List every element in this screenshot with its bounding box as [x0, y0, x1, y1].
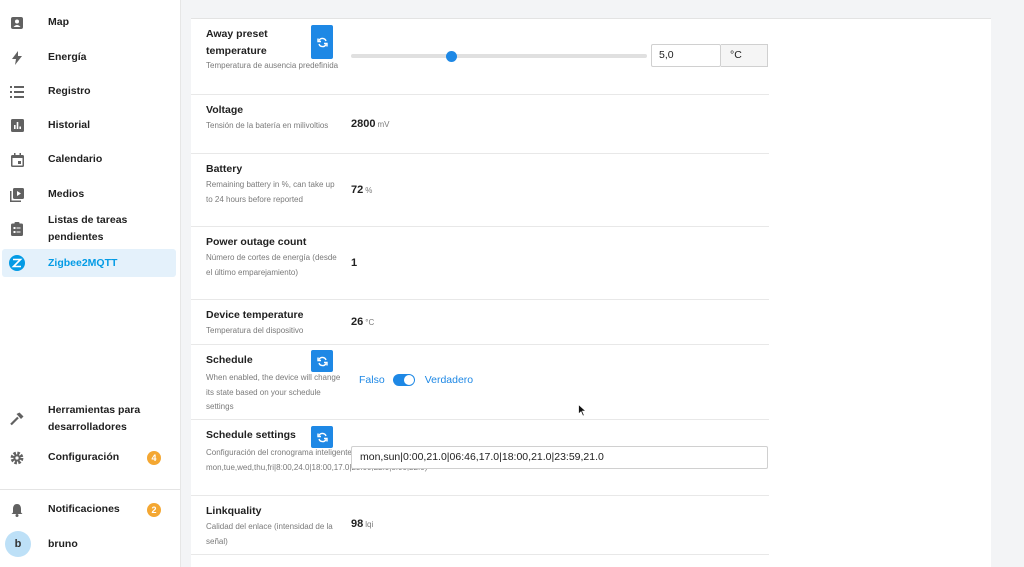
- value-unit: °C: [365, 318, 375, 327]
- sidebar-item-label: Calendario: [48, 153, 103, 165]
- setting-title: Linkquality: [206, 505, 262, 517]
- power-outage-value: 1: [351, 257, 357, 269]
- setting-title: Device temperature: [206, 309, 304, 321]
- hammer-icon: [9, 411, 25, 427]
- unit-label: °C: [721, 44, 768, 67]
- notification-badge: 4: [147, 450, 161, 465]
- sidebar-divider: [0, 489, 180, 490]
- calendar-icon: [9, 152, 25, 168]
- setting-title: Voltage: [206, 104, 244, 116]
- setting-row-voltage: Voltage Tensión de la batería en milivol…: [191, 95, 769, 154]
- toggle-on-label[interactable]: Verdadero: [425, 374, 473, 386]
- sidebar-item-label: Energía: [48, 51, 87, 63]
- setting-description: Número de cortes de energía (desde el úl…: [206, 253, 337, 277]
- setting-title: Away preset temperature: [206, 28, 268, 57]
- sidebar-item-label: Medios: [48, 188, 85, 200]
- sidebar-item-configuracion[interactable]: Configuración 4: [0, 448, 178, 467]
- notification-badge: 2: [147, 502, 161, 517]
- value-text: 98: [351, 518, 364, 530]
- sidebar-item-user[interactable]: b bruno: [0, 530, 178, 558]
- setting-description: Calidad del enlace (intensidad de la señ…: [206, 522, 333, 546]
- sidebar-item-energia[interactable]: Energía: [0, 48, 178, 67]
- refresh-icon: [316, 37, 328, 47]
- sidebar-item-label: Map: [48, 16, 69, 28]
- setting-row-device-temperature: Device temperature Temperatura del dispo…: [191, 300, 769, 345]
- gear-icon: [9, 450, 25, 466]
- sidebar-item-listas[interactable]: Listas de tareas pendientes: [0, 214, 178, 243]
- schedule-switch[interactable]: [392, 374, 415, 386]
- setting-description: Temperatura de ausencia predefinida: [206, 61, 339, 70]
- battery-value: 72%: [351, 184, 372, 196]
- zigbee-icon: [9, 255, 25, 271]
- refresh-button[interactable]: [311, 350, 333, 372]
- bell-icon: [9, 502, 25, 518]
- lightning-icon: [9, 50, 25, 66]
- setting-description: Remaining battery in %, can take up to 2…: [206, 180, 335, 204]
- chart-icon: [9, 118, 25, 134]
- switch-knob: [403, 375, 414, 385]
- sidebar-item-registro[interactable]: Registro: [0, 82, 178, 101]
- sidebar-item-label: Registro: [48, 85, 91, 97]
- avatar: b: [5, 531, 31, 557]
- sidebar-item-notificaciones[interactable]: Notificaciones 2: [0, 500, 178, 519]
- map-icon: [9, 15, 25, 31]
- setting-row-battery: Battery Remaining battery in %, can take…: [191, 154, 769, 227]
- value-unit: mV: [377, 120, 390, 129]
- sidebar-item-map[interactable]: Map: [0, 13, 178, 32]
- refresh-button[interactable]: [311, 25, 333, 59]
- refresh-icon: [316, 432, 328, 442]
- setting-row-linkquality: Linkquality Calidad del enlace (intensid…: [191, 496, 769, 555]
- mouse-cursor-icon: [578, 404, 587, 417]
- sidebar-item-label: Zigbee2MQTT: [48, 256, 118, 269]
- setting-description: When enabled, the device will change its…: [206, 373, 341, 411]
- setting-title: Power outage count: [206, 236, 307, 248]
- sidebar: Map Energía Registro Historial Calendari…: [0, 0, 181, 567]
- device-temperature-value: 26 °C: [351, 316, 374, 328]
- main-content: Away preset temperature Temperatura de a…: [181, 0, 1024, 567]
- media-icon: [9, 187, 25, 203]
- value-text: 2800: [351, 118, 376, 130]
- value-unit: %: [365, 186, 373, 195]
- refresh-button[interactable]: [311, 426, 333, 448]
- schedule-toggle: Falso Verdadero: [359, 374, 473, 386]
- list-icon: [9, 84, 25, 100]
- schedule-settings-input[interactable]: mon,sun|0:00,21.0|06:46,17.0|18:00,21.0|…: [351, 446, 768, 469]
- value-unit: lqi: [365, 520, 374, 529]
- setting-row-schedule: Schedule When enabled, the device will c…: [191, 345, 769, 420]
- linkquality-value: 98 lqi: [351, 518, 373, 530]
- sidebar-item-herramientas[interactable]: Herramientas para desarrolladores: [0, 402, 178, 436]
- sidebar-item-label: Notificaciones: [48, 503, 120, 515]
- setting-title: Schedule: [206, 354, 253, 366]
- slider-handle[interactable]: [446, 50, 458, 62]
- setting-row-schedule-settings: Schedule settings Configuración del cron…: [191, 420, 769, 496]
- sidebar-item-historial[interactable]: Historial: [0, 116, 178, 135]
- sidebar-item-label: Herramientas para desarrolladores: [48, 404, 141, 433]
- toggle-off-label[interactable]: Falso: [359, 374, 385, 386]
- sidebar-item-label: Listas de tareas pendientes: [48, 213, 128, 243]
- settings-panel: Away preset temperature Temperatura de a…: [191, 18, 991, 567]
- setting-title: Battery: [206, 163, 243, 175]
- clipboard-icon: [9, 221, 25, 237]
- sidebar-item-zigbee2mqtt[interactable]: Zigbee2MQTT: [2, 249, 176, 277]
- voltage-value: 2800 mV: [351, 118, 389, 130]
- sidebar-item-calendario[interactable]: Calendario: [0, 150, 178, 169]
- sidebar-item-label: Configuración: [48, 451, 120, 463]
- setting-description: Tensión de la batería en milivoltios: [206, 121, 329, 130]
- value-text: 26: [351, 316, 364, 328]
- temperature-input[interactable]: 5,0: [651, 44, 721, 67]
- sidebar-item-medios[interactable]: Medios: [0, 185, 178, 204]
- user-name: bruno: [48, 537, 78, 550]
- value-text: 1: [351, 257, 358, 269]
- setting-title: Schedule settings: [206, 429, 296, 441]
- value-text: 72: [351, 184, 364, 196]
- setting-row-power-outage: Power outage count Número de cortes de e…: [191, 227, 769, 300]
- refresh-icon: [316, 356, 328, 366]
- setting-description: Temperatura del dispositivo: [206, 326, 304, 335]
- temperature-slider[interactable]: [351, 50, 647, 62]
- sidebar-item-label: Historial: [48, 119, 91, 131]
- setting-row-away-preset: Away preset temperature Temperatura de a…: [191, 19, 769, 95]
